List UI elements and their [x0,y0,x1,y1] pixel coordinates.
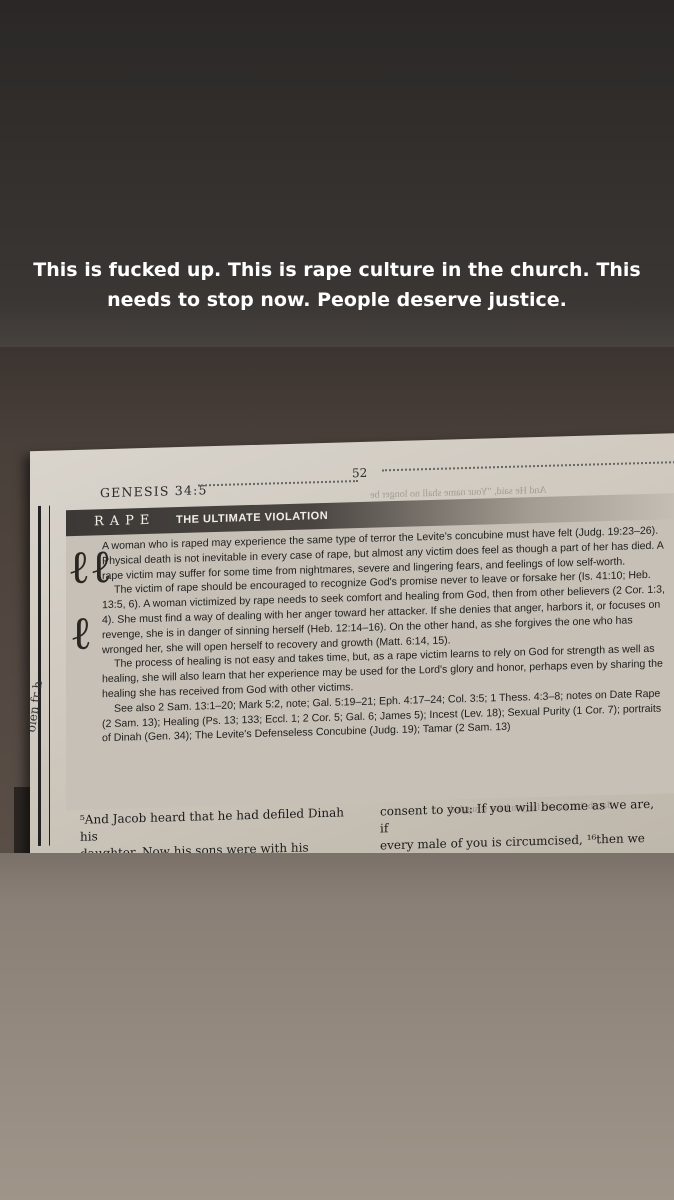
rape-sidebar-box: RAPE THE ULTIMATE VIOLATION ℓℓ ℓ A woman… [66,492,674,811]
bible-page-photo: olen fr h GENESIS 34:5 52 And He said, "… [0,347,674,853]
box-title: THE ULTIMATE VIOLATION [176,509,329,527]
page-number: 52 [352,465,368,481]
ink-scribble-icon: ℓ [70,605,93,661]
scripture-column-right: consent to you: If you will become as we… [380,796,660,853]
caption-line-1: This is fucked up. This is rape culture … [33,259,641,281]
story-caption: This is fucked up. This is rape culture … [0,255,674,315]
sidebar-body-text: A woman who is raped may experience the … [102,523,672,746]
running-head: GENESIS 34:5 [100,482,208,501]
box-label: RAPE [94,512,156,530]
page-border [38,505,50,846]
caption-line-2: needs to stop now. People deserve justic… [107,289,567,311]
scripture-column-left: ⁵And Jacob heard that he had defiled Din… [80,804,360,853]
dotted-rule-left [198,480,358,487]
dotted-rule-right [382,461,674,472]
bible-page: olen fr h GENESIS 34:5 52 And He said, "… [24,432,674,853]
